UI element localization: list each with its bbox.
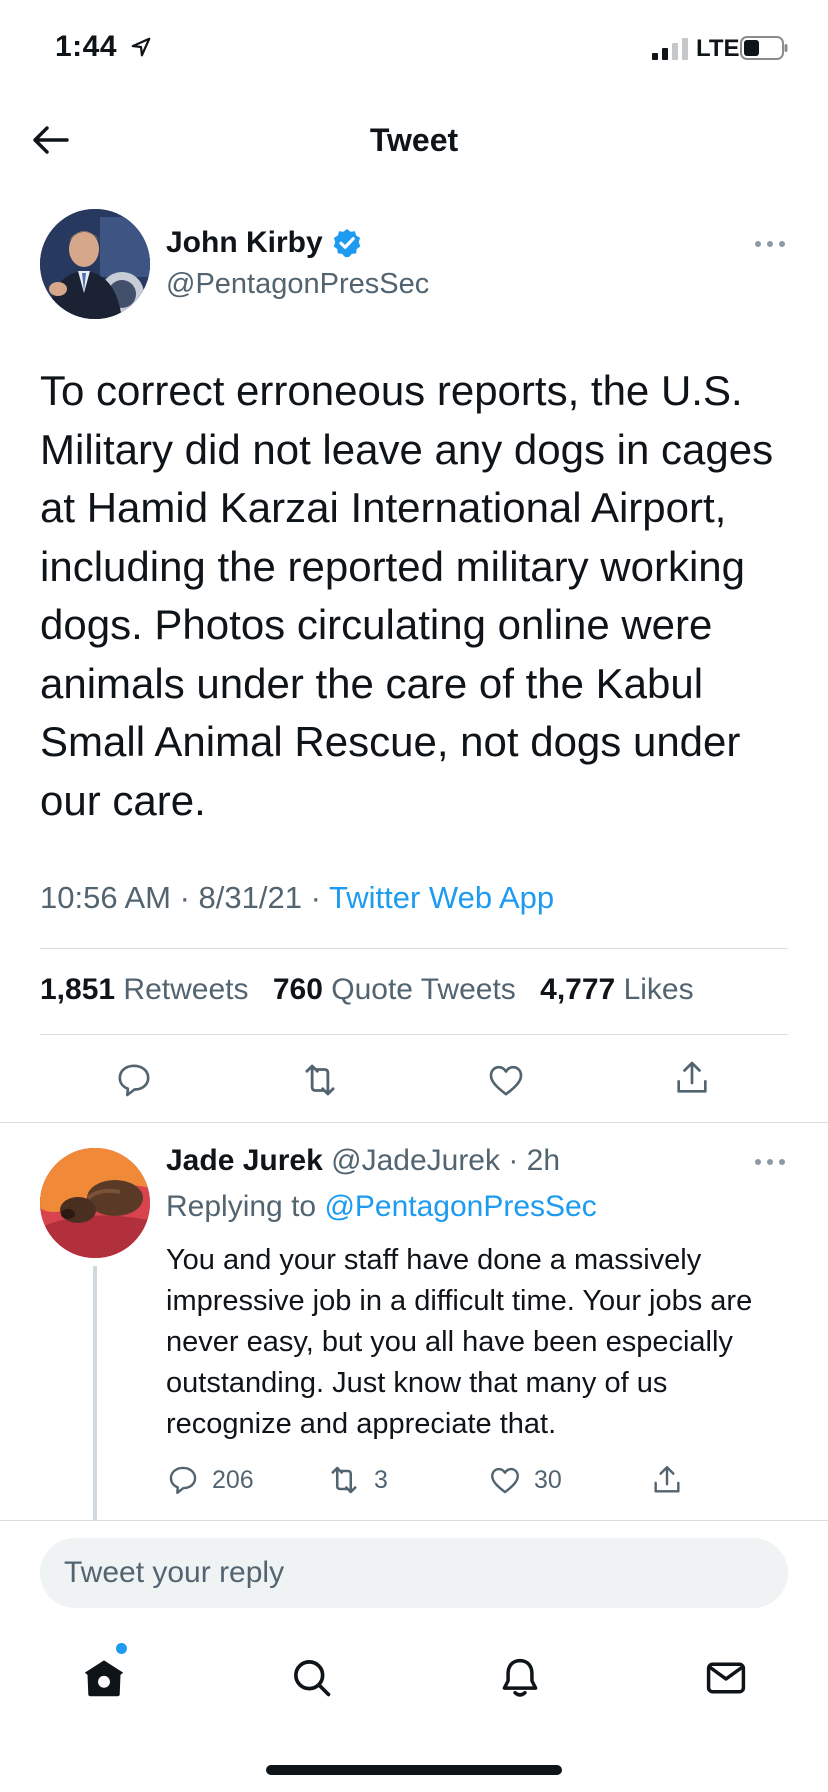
quotes-stat[interactable]: 760 Quote Tweets: [273, 973, 516, 1006]
nav-search-button[interactable]: [284, 1650, 340, 1706]
reply-header: Jade Jurek @JadeJurek · 2h: [166, 1144, 561, 1177]
reply-author-name[interactable]: Jade Jurek: [166, 1144, 323, 1177]
reply-icon: [118, 1064, 150, 1097]
reply-input[interactable]: [64, 1538, 764, 1608]
battery-icon: [740, 36, 788, 60]
reply-reply-count: 206: [212, 1465, 254, 1494]
like-icon: [489, 1065, 523, 1096]
more-options-icon[interactable]: [752, 232, 788, 256]
divider: [40, 948, 788, 949]
avatar-image: [40, 209, 150, 319]
like-button[interactable]: [482, 1056, 530, 1104]
divider: [0, 1520, 828, 1521]
reply-retweet-button[interactable]: 3: [326, 1462, 388, 1498]
divider: [40, 1034, 788, 1035]
location-arrow-icon: [131, 37, 151, 57]
like-icon: [491, 1467, 519, 1494]
quotes-count: 760: [272, 973, 323, 1006]
retweet-button[interactable]: [296, 1056, 344, 1104]
status-time: 1:44: [55, 30, 118, 63]
home-icon: [84, 1660, 124, 1697]
reply-author-handle[interactable]: @JadeJurek: [331, 1144, 500, 1177]
messages-icon: [706, 1662, 746, 1694]
replying-label: Replying to: [166, 1190, 317, 1223]
tweet-text: To correct erroneous reports, the U.S. M…: [40, 367, 774, 824]
author-avatar[interactable]: [40, 209, 150, 319]
author-name-text: John Kirby: [166, 226, 323, 259]
signal-icon: [652, 38, 688, 60]
reply-icon: [169, 1466, 197, 1494]
reply-compose-box[interactable]: [40, 1538, 788, 1608]
retweet-icon: [305, 1064, 335, 1096]
share-icon: [677, 1061, 707, 1093]
reply-age: 2h: [526, 1144, 561, 1177]
tweet-timestamp: 10:56 AM · 8/31/21 · Twitter Web App: [40, 880, 555, 915]
tweet-stats: 1,851 Retweets 760 Quote Tweets 4,777 Li…: [40, 973, 694, 1007]
replying-to-link[interactable]: @PentagonPresSec: [324, 1190, 596, 1223]
tweet-time: 10:56 AM: [40, 880, 171, 915]
back-arrow-icon: [33, 126, 69, 154]
nav-home-button[interactable]: [76, 1650, 132, 1706]
share-icon: [654, 1466, 680, 1493]
reply-reply-button[interactable]: 206: [166, 1462, 254, 1498]
share-button[interactable]: [668, 1054, 716, 1102]
author-handle[interactable]: @PentagonPresSec: [166, 268, 429, 301]
nav-messages-button[interactable]: [698, 1650, 754, 1706]
retweets-stat[interactable]: 1,851 Retweets: [40, 973, 248, 1006]
reply-text: You and your staff have done a massively…: [166, 1244, 753, 1440]
reply-more-options-icon[interactable]: [752, 1150, 788, 1174]
back-button[interactable]: [28, 120, 72, 160]
likes-count: 4,777: [540, 973, 616, 1006]
tweet-source-link[interactable]: Twitter Web App: [329, 880, 554, 915]
author-name[interactable]: John Kirby: [166, 226, 363, 260]
home-notification-dot: [116, 1643, 127, 1654]
reply-retweet-count: 3: [374, 1465, 388, 1494]
avatar-image: [40, 1148, 150, 1258]
divider: [0, 1122, 828, 1123]
nav-notifications-button[interactable]: [492, 1650, 548, 1706]
quotes-label: Quote Tweets: [331, 973, 516, 1006]
reply-author-avatar[interactable]: [40, 1148, 150, 1258]
page-title: Tweet: [369, 122, 459, 158]
verified-badge-icon: [333, 229, 361, 258]
thread-line: [93, 1266, 97, 1521]
reply-button[interactable]: [110, 1056, 158, 1104]
search-icon: [294, 1660, 331, 1697]
retweet-icon: [331, 1466, 357, 1494]
likes-stat[interactable]: 4,777 Likes: [540, 973, 693, 1006]
replying-to: Replying to @PentagonPresSec: [166, 1190, 597, 1224]
reply-like-button[interactable]: 30: [488, 1462, 562, 1498]
tweet-date: 8/31/21: [198, 880, 302, 915]
reply-share-button[interactable]: [650, 1462, 684, 1498]
retweets-label: Retweets: [123, 973, 249, 1006]
likes-label: Likes: [623, 973, 694, 1006]
retweets-count: 1,851: [40, 973, 116, 1006]
home-indicator: [266, 1765, 562, 1775]
notifications-icon: [502, 1658, 538, 1697]
network-label: LTE: [696, 35, 740, 62]
reply-like-count: 30: [534, 1465, 562, 1494]
